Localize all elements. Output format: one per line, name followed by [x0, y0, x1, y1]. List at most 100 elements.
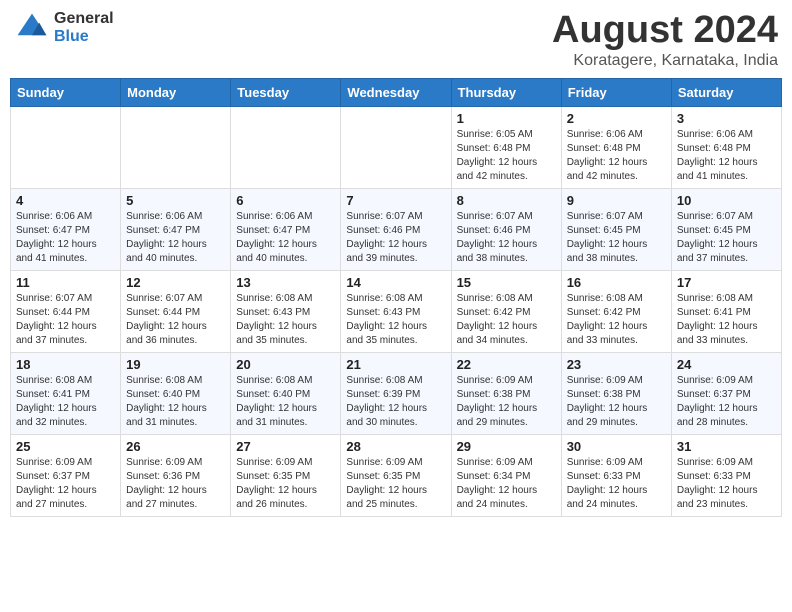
day-info: Sunrise: 6:09 AMSunset: 6:38 PMDaylight:… [567, 374, 666, 430]
day-number: 5 [126, 193, 225, 208]
day-info: Sunrise: 6:07 AMSunset: 6:46 PMDaylight:… [346, 210, 445, 266]
calendar-cell: 23 Sunrise: 6:09 AMSunset: 6:38 PMDayligh… [561, 352, 671, 434]
day-info: Sunrise: 6:08 AMSunset: 6:39 PMDaylight:… [346, 374, 445, 430]
calendar-week-2: 4 Sunrise: 6:06 AMSunset: 6:47 PMDaylight… [11, 188, 782, 270]
day-number: 21 [346, 357, 445, 372]
day-info: Sunrise: 6:08 AMSunset: 6:42 PMDaylight:… [457, 292, 556, 348]
calendar-cell: 4Sunrise: 6:06 AMSunset: 6:47 PMDaylight… [11, 188, 121, 270]
day-number: 19 [126, 357, 225, 372]
calendar-week-3: 11 Sunrise: 6:07 AMSunset: 6:44 PMDayligh… [11, 270, 782, 352]
day-number: 26 [126, 439, 225, 454]
day-number: 2 [567, 111, 666, 126]
day-number: 29 [457, 439, 556, 454]
calendar-cell: 2Sunrise: 6:06 AMSunset: 6:48 PMDaylight… [561, 106, 671, 188]
day-number: 23 [567, 357, 666, 372]
day-info: Sunrise: 6:09 AMSunset: 6:33 PMDaylight:… [677, 456, 776, 512]
day-info: Sunrise: 6:08 AMSunset: 6:40 PMDaylight:… [236, 374, 335, 430]
calendar-header-row: SundayMondayTuesdayWednesdayThursdayFrid… [11, 78, 782, 106]
page-header: General Blue August 2024 Koratagere, Kar… [10, 10, 782, 70]
day-number: 18 [16, 357, 115, 372]
day-number: 13 [236, 275, 335, 290]
day-info: Sunrise: 6:09 AMSunset: 6:37 PMDaylight:… [16, 456, 115, 512]
day-info: Sunrise: 6:06 AMSunset: 6:47 PMDaylight:… [236, 210, 335, 266]
calendar-cell: 15 Sunrise: 6:08 AMSunset: 6:42 PMDayligh… [451, 270, 561, 352]
calendar-cell: 5 Sunrise: 6:06 AMSunset: 6:47 PMDaylight… [121, 188, 231, 270]
day-info: Sunrise: 6:09 AMSunset: 6:35 PMDaylight:… [346, 456, 445, 512]
logo-icon [14, 10, 50, 46]
day-info: Sunrise: 6:08 AMSunset: 6:41 PMDaylight:… [677, 292, 776, 348]
calendar-cell: 13 Sunrise: 6:08 AMSunset: 6:43 PMDayligh… [231, 270, 341, 352]
calendar-header-monday: Monday [121, 78, 231, 106]
calendar-cell: 9 Sunrise: 6:07 AMSunset: 6:45 PMDaylight… [561, 188, 671, 270]
day-info: Sunrise: 6:08 AMSunset: 6:41 PMDaylight:… [16, 374, 115, 430]
calendar-header-friday: Friday [561, 78, 671, 106]
day-number: 11 [16, 275, 115, 290]
calendar-cell: 3 Sunrise: 6:06 AMSunset: 6:48 PMDaylight… [671, 106, 781, 188]
calendar-cell [231, 106, 341, 188]
logo-text: General Blue [54, 10, 114, 46]
calendar-cell: 21 Sunrise: 6:08 AMSunset: 6:39 PMDayligh… [341, 352, 451, 434]
calendar-week-1: 1 Sunrise: 6:05 AMSunset: 6:48 PMDaylight… [11, 106, 782, 188]
logo: General Blue [14, 10, 114, 46]
calendar-cell: 18 Sunrise: 6:08 AMSunset: 6:41 PMDayligh… [11, 352, 121, 434]
calendar-cell: 7Sunrise: 6:07 AMSunset: 6:46 PMDaylight… [341, 188, 451, 270]
day-info: Sunrise: 6:09 AMSunset: 6:33 PMDaylight:… [567, 456, 666, 512]
calendar-cell: 10 Sunrise: 6:07 AMSunset: 6:45 PMDayligh… [671, 188, 781, 270]
day-info: Sunrise: 6:09 AMSunset: 6:37 PMDaylight:… [677, 374, 776, 430]
title-block: August 2024 Koratagere, Karnataka, India [552, 10, 778, 70]
day-number: 22 [457, 357, 556, 372]
calendar-cell: 26 Sunrise: 6:09 AMSunset: 6:36 PMDayligh… [121, 434, 231, 516]
calendar-cell: 24 Sunrise: 6:09 AMSunset: 6:37 PMDayligh… [671, 352, 781, 434]
calendar-header-saturday: Saturday [671, 78, 781, 106]
calendar-cell [11, 106, 121, 188]
day-info: Sunrise: 6:05 AMSunset: 6:48 PMDaylight:… [457, 128, 556, 184]
day-info: Sunrise: 6:06 AMSunset: 6:48 PMDaylight:… [677, 128, 776, 184]
calendar-week-4: 18 Sunrise: 6:08 AMSunset: 6:41 PMDayligh… [11, 352, 782, 434]
day-number: 17 [677, 275, 776, 290]
day-info: Sunrise: 6:09 AMSunset: 6:35 PMDaylight:… [236, 456, 335, 512]
calendar-cell: 6 Sunrise: 6:06 AMSunset: 6:47 PMDaylight… [231, 188, 341, 270]
calendar-cell: 30Sunrise: 6:09 AMSunset: 6:33 PMDayligh… [561, 434, 671, 516]
day-number: 25 [16, 439, 115, 454]
calendar-header-sunday: Sunday [11, 78, 121, 106]
day-number: 9 [567, 193, 666, 208]
day-number: 3 [677, 111, 776, 126]
calendar-cell: 29 Sunrise: 6:09 AMSunset: 6:34 PMDayligh… [451, 434, 561, 516]
calendar-cell: 11 Sunrise: 6:07 AMSunset: 6:44 PMDayligh… [11, 270, 121, 352]
calendar-header-tuesday: Tuesday [231, 78, 341, 106]
day-number: 27 [236, 439, 335, 454]
day-number: 14 [346, 275, 445, 290]
day-info: Sunrise: 6:08 AMSunset: 6:43 PMDaylight:… [236, 292, 335, 348]
day-info: Sunrise: 6:07 AMSunset: 6:44 PMDaylight:… [16, 292, 115, 348]
day-info: Sunrise: 6:07 AMSunset: 6:45 PMDaylight:… [677, 210, 776, 266]
day-info: Sunrise: 6:07 AMSunset: 6:45 PMDaylight:… [567, 210, 666, 266]
day-info: Sunrise: 6:08 AMSunset: 6:43 PMDaylight:… [346, 292, 445, 348]
calendar-cell: 25 Sunrise: 6:09 AMSunset: 6:37 PMDayligh… [11, 434, 121, 516]
calendar-cell: 27 Sunrise: 6:09 AMSunset: 6:35 PMDayligh… [231, 434, 341, 516]
day-number: 4 [16, 193, 115, 208]
day-info: Sunrise: 6:09 AMSunset: 6:38 PMDaylight:… [457, 374, 556, 430]
day-info: Sunrise: 6:09 AMSunset: 6:34 PMDaylight:… [457, 456, 556, 512]
calendar-cell: 12Sunrise: 6:07 AMSunset: 6:44 PMDayligh… [121, 270, 231, 352]
day-number: 24 [677, 357, 776, 372]
calendar-week-5: 25 Sunrise: 6:09 AMSunset: 6:37 PMDayligh… [11, 434, 782, 516]
day-info: Sunrise: 6:06 AMSunset: 6:47 PMDaylight:… [126, 210, 225, 266]
calendar-cell: 19Sunrise: 6:08 AMSunset: 6:40 PMDayligh… [121, 352, 231, 434]
calendar-cell: 17 Sunrise: 6:08 AMSunset: 6:41 PMDayligh… [671, 270, 781, 352]
page-title: August 2024 [552, 10, 778, 52]
day-info: Sunrise: 6:09 AMSunset: 6:36 PMDaylight:… [126, 456, 225, 512]
day-number: 31 [677, 439, 776, 454]
calendar-table: SundayMondayTuesdayWednesdayThursdayFrid… [10, 78, 782, 517]
calendar-cell: 1 Sunrise: 6:05 AMSunset: 6:48 PMDaylight… [451, 106, 561, 188]
day-number: 16 [567, 275, 666, 290]
calendar-cell: 31 Sunrise: 6:09 AMSunset: 6:33 PMDayligh… [671, 434, 781, 516]
day-number: 1 [457, 111, 556, 126]
calendar-cell: 14 Sunrise: 6:08 AMSunset: 6:43 PMDayligh… [341, 270, 451, 352]
day-number: 15 [457, 275, 556, 290]
day-number: 6 [236, 193, 335, 208]
day-number: 8 [457, 193, 556, 208]
calendar-cell: 20Sunrise: 6:08 AMSunset: 6:40 PMDayligh… [231, 352, 341, 434]
day-info: Sunrise: 6:07 AMSunset: 6:44 PMDaylight:… [126, 292, 225, 348]
day-info: Sunrise: 6:08 AMSunset: 6:42 PMDaylight:… [567, 292, 666, 348]
day-number: 10 [677, 193, 776, 208]
